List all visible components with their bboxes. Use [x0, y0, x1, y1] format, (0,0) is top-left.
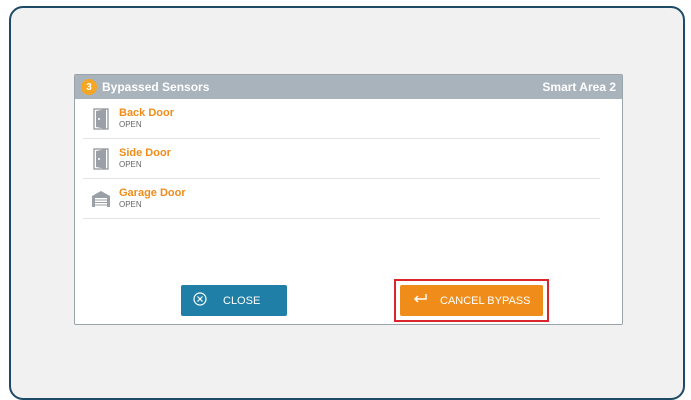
close-button[interactable]: CLOSE: [181, 285, 287, 316]
garage-door-icon: [83, 190, 119, 208]
sensor-status: OPEN: [119, 200, 142, 210]
cancel-bypass-button[interactable]: CANCEL BYPASS: [400, 285, 543, 316]
sensor-list: Back Door OPEN Side Door OPEN Garage Doo…: [75, 99, 622, 219]
dialog-header: 3 Bypassed Sensors Smart Area 2: [75, 75, 622, 99]
count-badge: 3: [81, 79, 97, 95]
sensor-row-back-door[interactable]: Back Door OPEN: [83, 99, 600, 139]
return-arrow-icon: [412, 293, 428, 308]
door-icon: [83, 147, 119, 170]
area-name: Smart Area 2: [542, 80, 616, 94]
close-circle-icon: [193, 292, 207, 309]
sensor-name: Back Door: [119, 107, 175, 120]
close-button-label: CLOSE: [223, 294, 261, 307]
sensor-row-side-door[interactable]: Side Door OPEN: [83, 139, 600, 179]
sensor-status: OPEN: [119, 120, 142, 130]
sensor-name: Side Door: [119, 147, 171, 160]
sensor-row-garage-door[interactable]: Garage Door OPEN: [83, 179, 600, 219]
cancel-bypass-label: CANCEL BYPASS: [440, 294, 531, 307]
sensor-name: Garage Door: [119, 187, 186, 200]
cancel-bypass-highlight: CANCEL BYPASS: [394, 279, 549, 322]
dialog-title: Bypassed Sensors: [102, 80, 210, 94]
door-icon: [83, 107, 119, 130]
sensor-status: OPEN: [119, 160, 142, 170]
